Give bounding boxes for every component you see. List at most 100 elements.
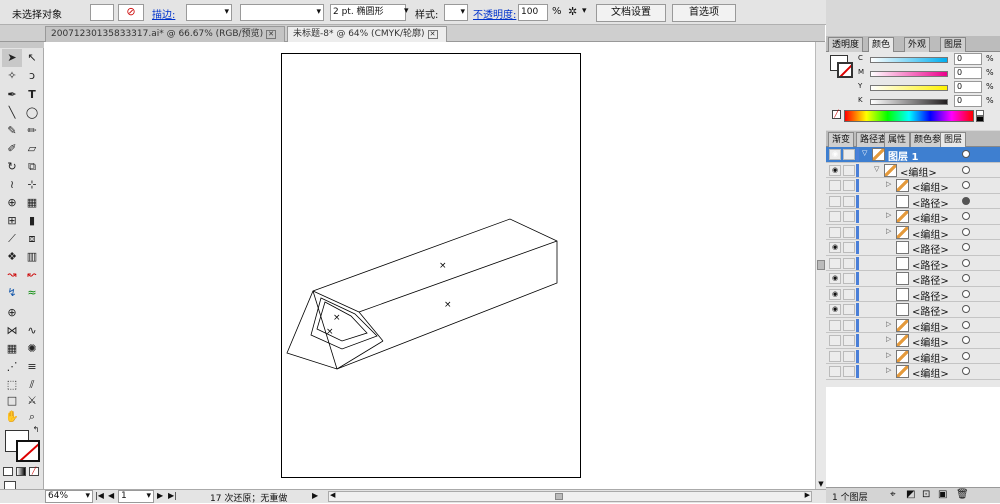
locate-object-icon[interactable]: ⌖ [890,489,896,500]
lock-toggle-icon[interactable] [843,226,855,238]
scroll-thumb[interactable] [817,260,825,270]
visibility-eye-icon[interactable] [829,350,841,362]
lock-toggle-icon[interactable] [843,211,855,222]
sublayer-row[interactable]: ◉ <路径> [826,302,1000,318]
visibility-eye-icon[interactable]: ◉ [829,304,841,315]
zoom-select[interactable]: 64% ▾ [45,490,93,503]
reshape-tool-icon-b[interactable]: ≈ [22,284,42,302]
black-value[interactable]: 0 [954,95,982,107]
expand-triangle-icon[interactable]: ▷ [886,211,891,219]
sublayer-row[interactable]: ▷ <编组> [826,224,1000,241]
layer-name[interactable]: <编组> [912,210,949,225]
lock-toggle-icon[interactable] [843,195,855,207]
brush-dropdown-icon[interactable]: ▾ [404,6,409,16]
eyedropper-tool-icon[interactable]: ⟋ [2,230,22,248]
expand-triangle-icon[interactable]: ▷ [886,180,891,188]
tools-panel-grip[interactable] [0,42,44,48]
twirl-tool-icon[interactable]: ✺ [22,340,42,358]
sublayer-row[interactable]: <路径> [826,193,1000,210]
sublayer-row[interactable]: ◉ <路径> [826,286,1000,303]
cyan-slider[interactable]: C 0 % [856,53,996,66]
doc-setup-button[interactable]: 文档设置 [596,4,666,22]
column-graph-tool-icon[interactable]: ▥ [22,248,42,266]
first-artboard-icon[interactable]: |◀ [95,491,104,500]
zoom-tool-icon[interactable]: ⌕ [22,408,42,426]
black-bar[interactable] [870,99,948,105]
visibility-eye-icon[interactable] [829,226,841,238]
tab-transparency[interactable]: 透明度 [828,37,864,52]
sublayer-row[interactable]: ▷ <编组> [826,348,1000,365]
magenta-slider[interactable]: M 0 % [856,67,996,80]
color-none-icon[interactable]: ╱ [832,110,841,119]
paintbrush-tool-icon[interactable]: ✎ [2,122,22,140]
new-sublayer-icon[interactable]: ⊡ [922,489,930,500]
target-circle-icon[interactable] [962,165,970,174]
yellow-bar[interactable] [870,85,948,91]
bow-shape-tool-icon[interactable]: ⋈ [2,322,22,340]
close-icon[interactable]: ✕ [427,30,438,39]
layer-name[interactable]: <编组> [912,334,949,349]
reshape-tool-icon-a[interactable]: ↯ [2,284,22,302]
lasso-tool-icon[interactable]: ↄ [22,67,42,85]
collapse-triangle-icon[interactable]: ▽ [874,165,879,173]
lock-toggle-icon[interactable] [843,319,855,331]
lock-toggle-icon[interactable] [843,257,855,269]
layer-name[interactable]: <编组> [912,319,949,334]
color-stroke-swatch[interactable] [837,62,853,78]
stroke-swatch[interactable] [16,440,40,462]
none-mode-icon[interactable]: ╱ [29,467,39,476]
expand-triangle-icon[interactable]: ▷ [886,227,891,235]
color-spectrum[interactable] [844,110,974,122]
magenta-bar[interactable] [870,71,948,77]
target-circle-icon[interactable] [962,351,970,360]
new-layer-icon[interactable]: ▣ [938,489,947,500]
style-select[interactable]: ▾ [444,4,468,21]
target-circle-icon[interactable] [962,212,970,220]
target-circle-icon[interactable] [962,274,970,282]
expand-triangle-icon[interactable]: ▷ [886,351,891,359]
lock-toggle-icon[interactable] [843,149,855,160]
blob-brush-tool-icon[interactable]: ✐ [2,140,22,158]
list-tool-icon[interactable]: ≡ [22,358,42,376]
stroke-weight-select[interactable]: ▾ [186,4,232,21]
rotate-tool-icon[interactable]: ↻ [2,158,22,176]
sublayer-row[interactable]: ▷ <编组> [826,364,1000,380]
layer-name[interactable]: <路径> [912,195,949,210]
visibility-eye-icon[interactable]: ◉ [829,242,841,253]
magic-wand-tool-icon[interactable]: ✧ [2,67,22,85]
sublayer-row[interactable]: <路径> [826,255,1000,272]
visibility-eye-icon[interactable] [829,180,841,191]
expand-triangle-icon[interactable]: ▷ [886,335,891,343]
artboard-number-select[interactable]: 1 ▾ [118,490,154,503]
sublayer-row[interactable]: ◉ ▽ <编组> [826,162,1000,179]
layer-name[interactable]: <路径> [912,241,949,256]
sublayer-row[interactable]: ◉ <路径> [826,271,1000,287]
selection-tool-icon[interactable]: ➤ [2,49,22,67]
canvas-area[interactable]: × × × × [45,42,815,489]
sublayer-row[interactable]: ◉ <路径> [826,240,1000,256]
gradient-tool-icon[interactable]: ▮ [22,212,42,230]
zigzag-tool-icon[interactable]: ⋰ [2,358,22,376]
target-circle-icon[interactable] [962,258,970,267]
symbol-sprayer-tool-icon[interactable]: ❖ [2,248,22,266]
target-circle-icon[interactable] [962,181,970,189]
crosshair-tool-icon[interactable]: ⊕ [2,304,22,322]
line-tool-icon[interactable]: ╲ [2,104,22,122]
tab-gradient[interactable]: 渐变 [828,132,855,147]
layer-name[interactable]: 图层 1 [888,148,918,163]
horizontal-scrollbar[interactable]: ◀ ▶ [328,491,812,502]
variable-width-select[interactable]: ▾ [240,4,324,21]
visibility-eye-icon[interactable]: ◉ [829,149,841,160]
next-artboard-icon[interactable]: ▶ [157,491,163,500]
scale-tool-icon[interactable]: ⧉ [22,158,42,176]
close-icon[interactable]: ✕ [266,30,277,39]
layer-name[interactable]: <路径> [912,288,949,303]
preferences-button[interactable]: 首选项 [672,4,736,22]
visibility-eye-icon[interactable]: ◉ [829,273,841,284]
scroll-left-icon[interactable]: ◀ [330,491,335,499]
lock-toggle-icon[interactable] [843,304,855,315]
scroll-right-icon[interactable]: ▶ [805,491,810,499]
magenta-value[interactable]: 0 [954,67,982,79]
swap-colors-icon[interactable]: ↰ [30,425,42,435]
delete-layer-icon[interactable]: 🗑 [956,489,969,500]
